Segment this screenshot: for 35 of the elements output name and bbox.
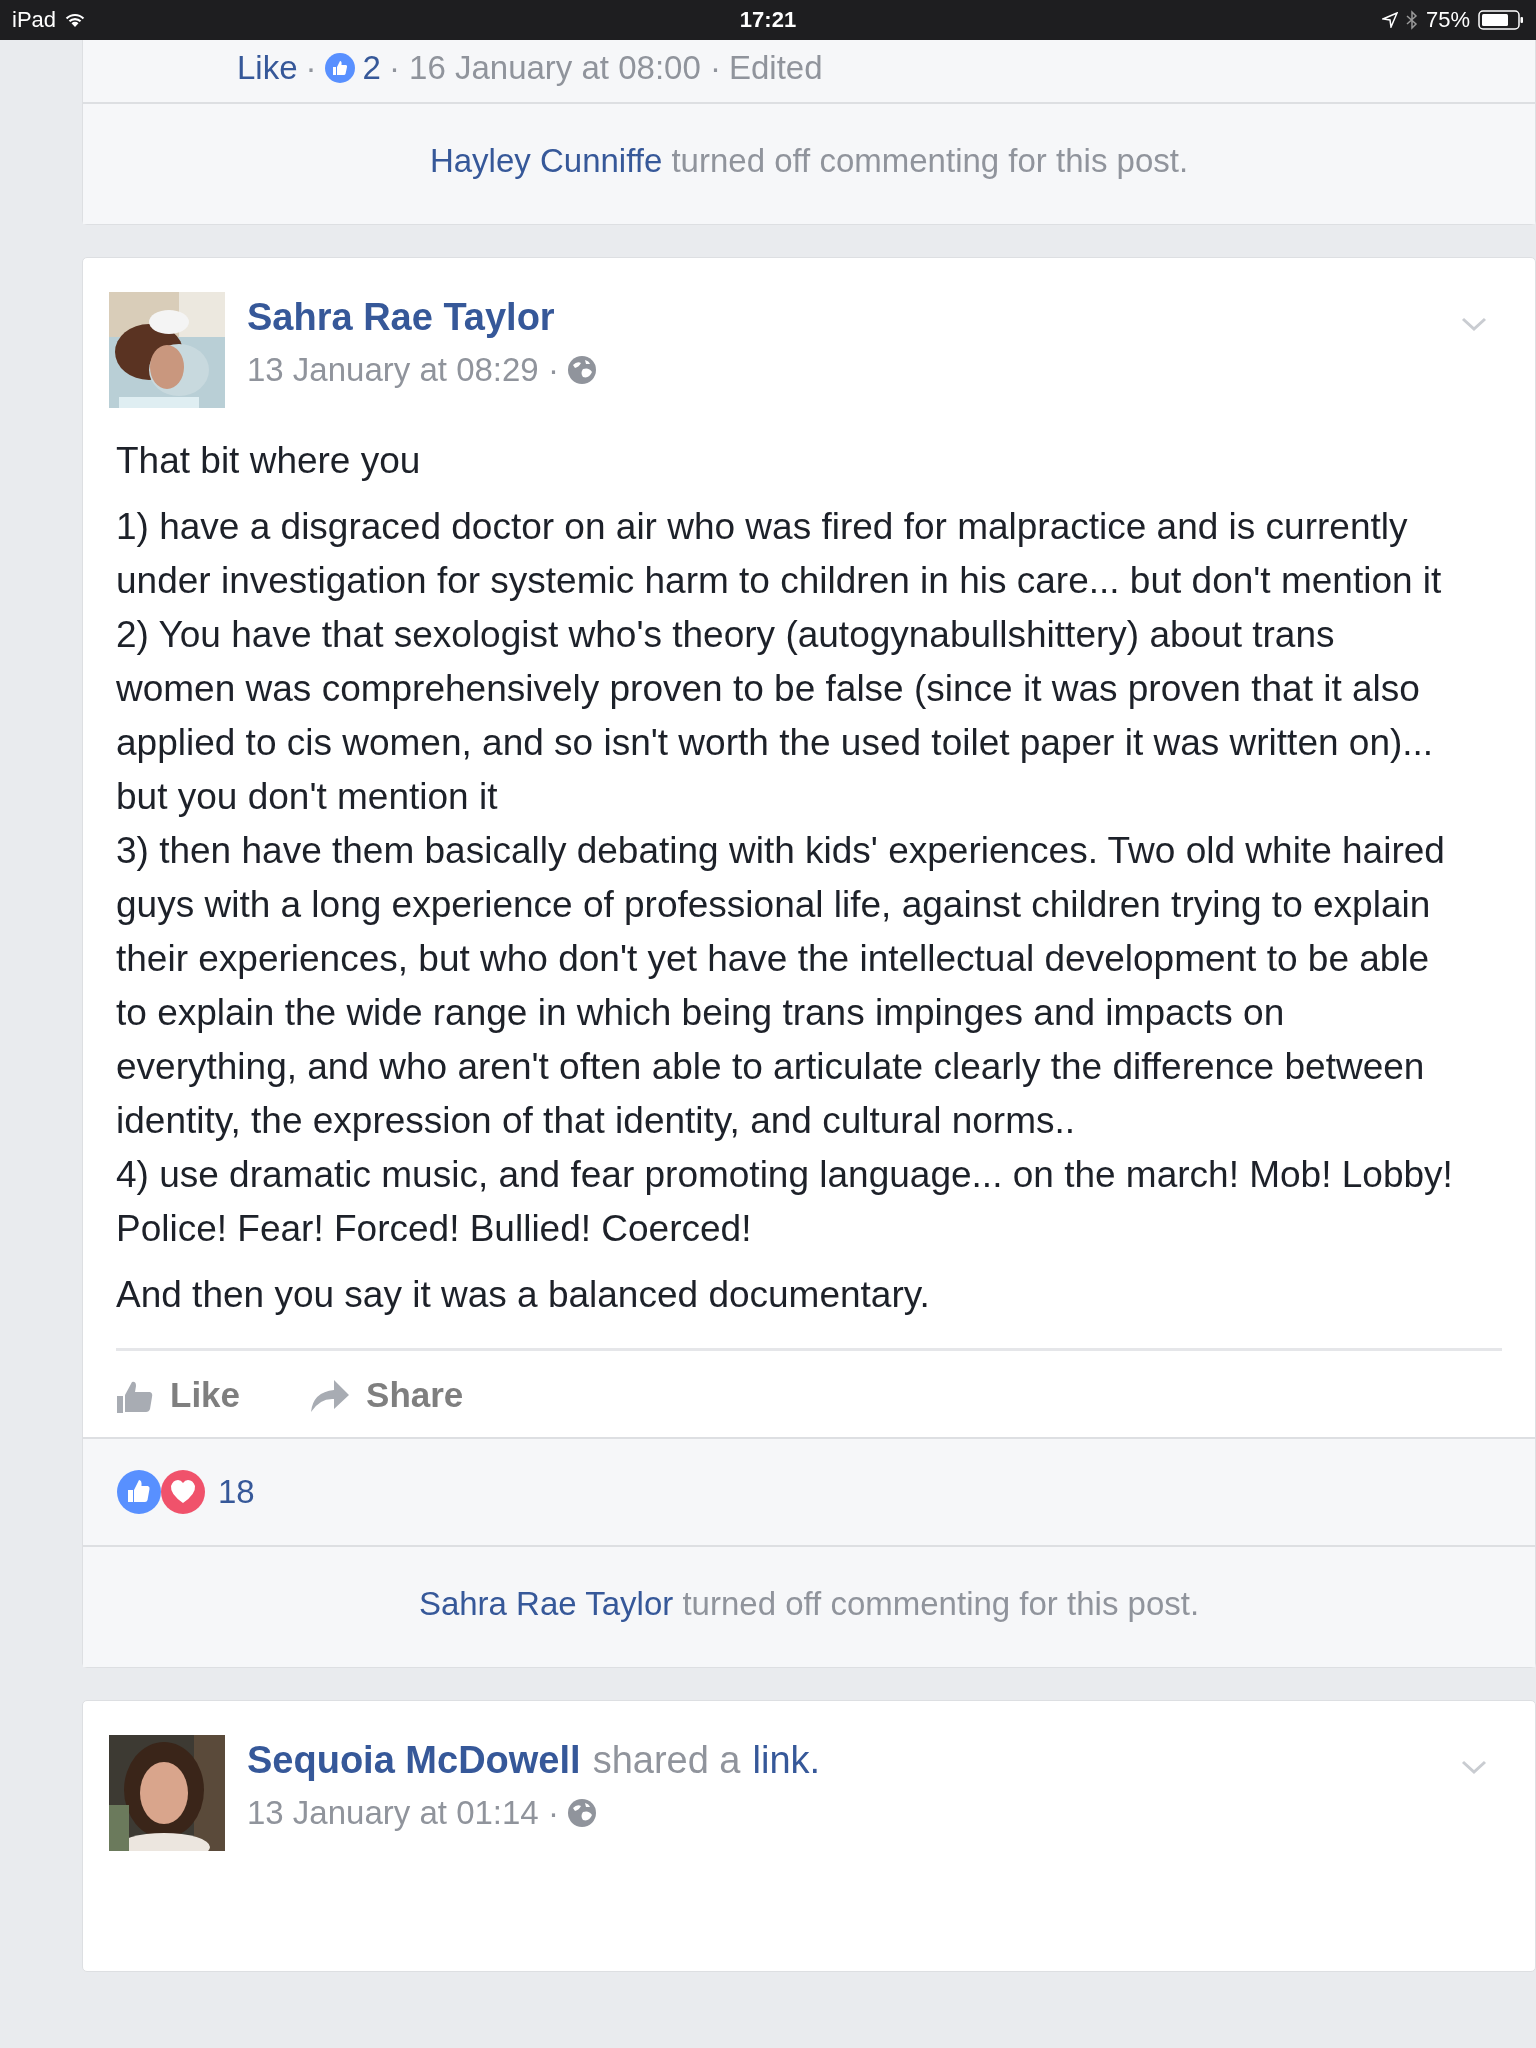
shared-label: shared a (592, 1739, 741, 1782)
globe-icon (566, 355, 597, 385)
post-text: That bit where you (116, 439, 422, 483)
action-button[interactable]: Share (310, 1365, 464, 1425)
link-text[interactable]: link. (752, 1739, 821, 1782)
post-text: And then you say it was a balanced documentary. (116, 1273, 931, 1317)
like-reaction-icon (116, 1469, 162, 1515)
comments-off-notice: Sahra Rae Taylor turned off commenting for this post. (83, 1547, 1535, 1667)
edited-label: Edited (728, 49, 823, 87)
clock: 17:21 (739, 7, 797, 33)
battery-percent: 75% (1425, 7, 1470, 33)
action-button[interactable]: Like (116, 1365, 241, 1425)
like-link[interactable]: Like (237, 49, 298, 87)
wifi-icon (64, 12, 87, 28)
chevron-down-icon[interactable] (1461, 1759, 1487, 1775)
chevron-down-icon[interactable] (1461, 316, 1487, 332)
heart-reaction-icon (160, 1469, 206, 1515)
post-text: 3) then have them basically debating with kids' experiences. Two old white haired guys with a long experience of professional life, against children trying to explain their experiences, but who don't yet have the intellectual development to be able to explain the wide range in which being trans impinges and impacts on everything, and who aren't often able to articulate clearly the difference between identity, the expression of that identity, and cultural norms.. (116, 829, 1446, 1143)
separator-dot: · (305, 49, 317, 87)
author-name[interactable]: Sequoia McDowell (247, 1739, 581, 1782)
like-badge-icon (324, 53, 355, 83)
reaction-count[interactable]: 18 (218, 1473, 255, 1511)
post-text: 4) use dramatic music, and fear promoting language... on the march! Mob! Lobby! Police! Fear! Forced! Bullied! Coerced! (116, 1153, 1454, 1251)
bluetooth-icon (1405, 10, 1418, 30)
device-name: iPad (12, 7, 57, 33)
location-arrow-icon (1381, 12, 1398, 28)
post-text: 2) You have that sexologist who's theory (autogynabullshittery) about trans women was comprehensively proven to be false (since it was proven that it also applied to cis women, and so isn't worth the used toilet paper it was written on)... but you don't mention it (116, 613, 1435, 819)
comment-timestamp: · 16 January at 08:00 · (388, 49, 721, 87)
globe-icon (566, 1798, 597, 1828)
like-count: 2 (362, 49, 381, 87)
battery-icon (1478, 10, 1524, 30)
post-timestamp: 13 January at 01:14 · (247, 1794, 559, 1832)
post-text: 1) have a disgraced doctor on air who was fired for malpractice and is currently under investigation for systemic harm to children in his care... but don't mention it (116, 505, 1443, 603)
author-name[interactable]: Sahra Rae Taylor (247, 296, 597, 339)
post-timestamp: 13 January at 08:29 · (247, 351, 559, 389)
